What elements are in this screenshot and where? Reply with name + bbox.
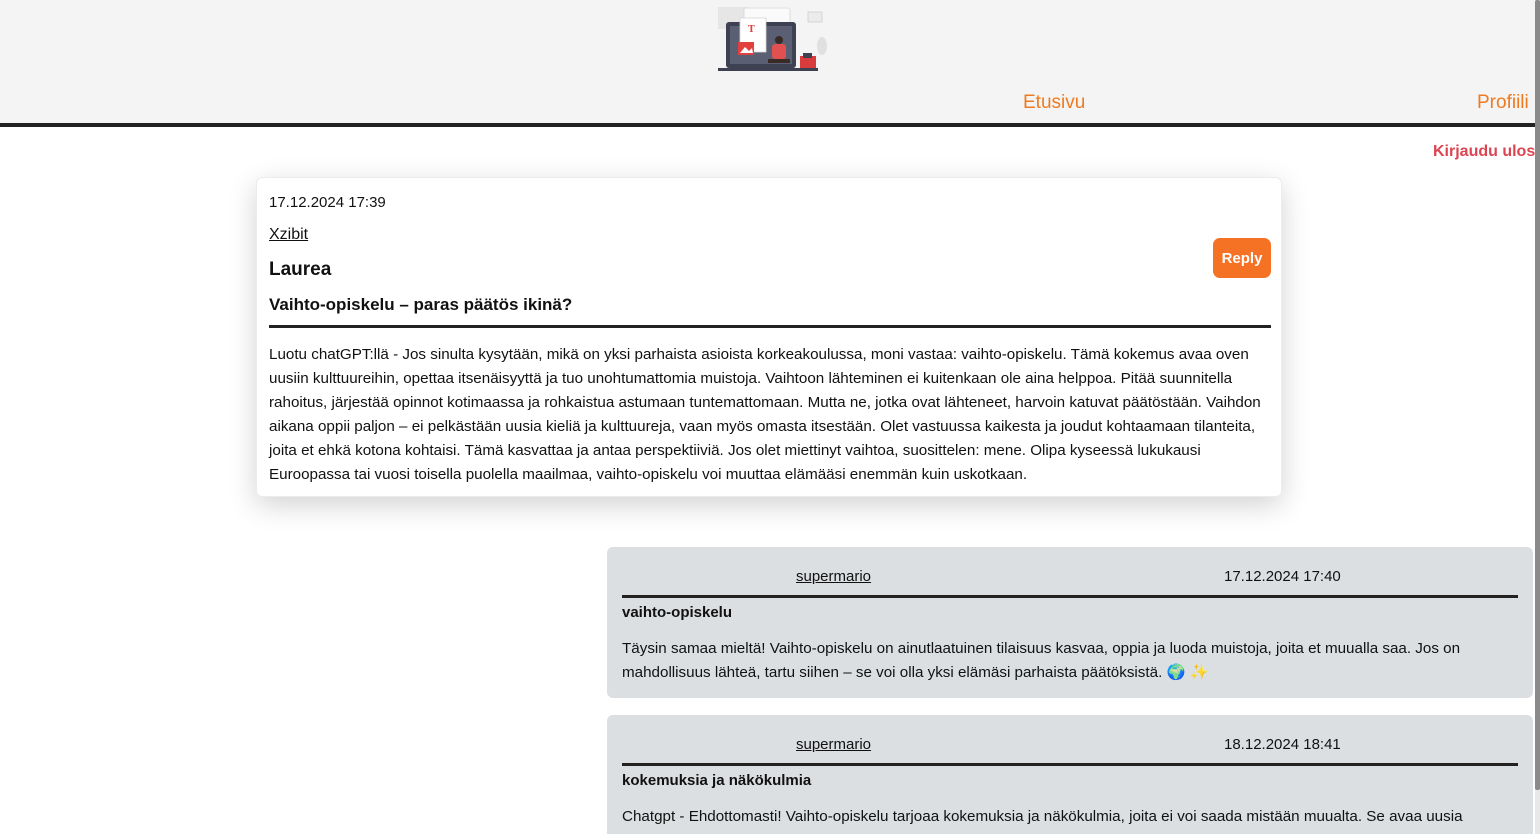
post-card: 17.12.2024 17:39 Xzibit Laurea Vaihto-op… — [256, 177, 1282, 497]
post-body: Luotu chatGPT:llä - Jos sinulta kysytään… — [269, 346, 1261, 483]
reply-button[interactable]: Reply — [1213, 238, 1271, 278]
comment-date: 17.12.2024 17:40 — [1224, 568, 1341, 585]
post-date: 17.12.2024 17:39 — [269, 194, 386, 211]
comment-divider — [622, 763, 1518, 766]
page-scrollbar[interactable] — [1535, 0, 1540, 834]
comment-user-link[interactable]: supermario — [796, 568, 871, 585]
site-header: T Etusivu Profiili — [0, 0, 1540, 127]
comment-body: Täysin samaa mieltä! Vaihto-opiskelu on … — [622, 640, 1461, 681]
site-logo[interactable]: T — [714, 4, 830, 76]
post-school: Laurea — [269, 259, 332, 280]
scrollbar-thumb[interactable] — [1535, 0, 1540, 790]
comment-divider — [622, 595, 1518, 598]
comment-card: supermario 18.12.2024 18:41 kokemuksia j… — [607, 715, 1533, 834]
comment-card: supermario 17.12.2024 17:40 vaihto-opisk… — [607, 547, 1533, 698]
comment-title: kokemuksia ja näkökulmia — [622, 772, 812, 789]
nav-profile-link[interactable]: Profiili — [1477, 92, 1529, 114]
post-title: Vaihto-opiskelu – paras päätös ikinä? — [269, 295, 573, 314]
logout-link[interactable]: Kirjaudu ulos — [1433, 143, 1535, 161]
svg-text:T: T — [748, 25, 755, 35]
nav-home-link[interactable]: Etusivu — [1023, 92, 1085, 114]
comment-body: Chatgpt - Ehdottomasti! Vaihto-opiskelu … — [622, 808, 1463, 825]
comment-user-link[interactable]: supermario — [796, 736, 871, 753]
comment-date: 18.12.2024 18:41 — [1224, 736, 1341, 753]
post-divider — [269, 325, 1271, 328]
comment-title: vaihto-opiskelu — [622, 604, 733, 621]
post-author-link[interactable]: Xzibit — [269, 226, 308, 244]
